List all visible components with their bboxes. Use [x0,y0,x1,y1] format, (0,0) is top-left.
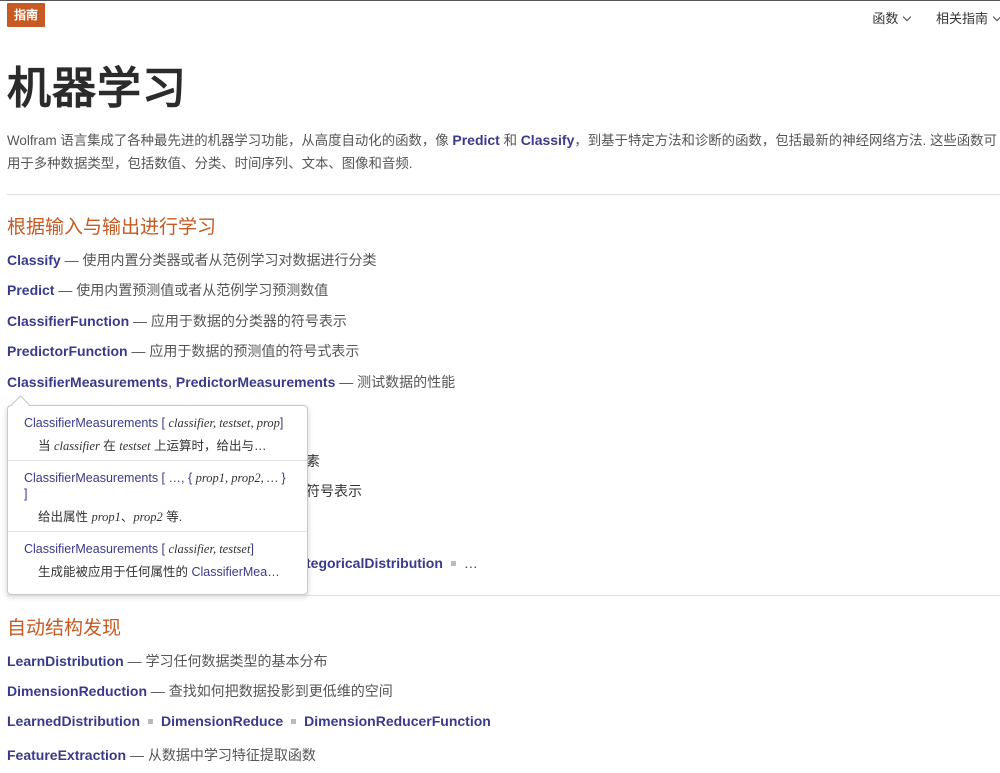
top-nav: 函数 相关指南 [850,8,1000,27]
item-desc: — 应用于数据的分类器的符号表示 [129,313,347,329]
signature-popup: ClassifierMeasurements [ classifier, tes… [7,405,308,595]
chevron-down-icon [992,12,1000,22]
popup-desc-text: 、 [120,510,134,524]
section-title-structure: 自动结构发现 [7,618,122,639]
popup-desc-text: 等. [162,510,183,524]
popup-item[interactable]: ClassifierMeasurements [ classifier, tes… [8,406,307,461]
item-desc: — 学习任何数据类型的基本分布 [123,653,328,669]
popup-desc-text: 上运算时，给出与… [150,439,267,453]
popup-args: prop1, prop2, … [195,471,279,485]
obscured-row-text: 素 [306,453,320,469]
list-item: LearnDistribution — 学习任何数据类型的基本分布 [7,651,327,671]
nav-related-guides-label: 相关指南 [935,11,988,26]
item-desc: — 从数据中学习特征提取函数 [126,747,316,763]
section-title-learning: 根据输入与输出进行学习 [7,217,217,238]
nav-functions-menu[interactable]: 函数 [872,8,912,27]
link-classifier-function[interactable]: ClassifierFunction [7,313,129,329]
intro-text: 和 [499,133,521,148]
list-item: PredictorFunction — 应用于数据的预测值的符号式表示 [7,341,359,361]
popup-signature: ClassifierMeasurements [ classifier, tes… [24,415,291,431]
separator-square-icon [148,719,154,724]
popup-args: classifier, testset [168,542,251,556]
divider [7,194,1000,195]
popup-desc-arg: prop2 [133,510,163,524]
popup-desc-link: ClassifierMea… [191,565,280,579]
link-categorical-distribution[interactable]: tegoricalDistribution [306,555,443,571]
link-predict[interactable]: Predict [7,282,54,298]
list-item: ClassifierFunction — 应用于数据的分类器的符号表示 [7,311,347,331]
popup-func-name: ClassifierMeasurements [24,542,159,556]
popup-bracket: [ [158,542,169,556]
list-item: Classify — 使用内置分类器或者从范例学习对数据进行分类 [7,250,376,270]
popup-bracket: [ …, { [158,471,196,485]
divider [7,595,1000,596]
link-dimension-reduce[interactable]: DimensionReduce [161,713,283,729]
popup-signature: ClassifierMeasurements [ classifier, tes… [24,541,291,557]
item-desc: — 应用于数据的预测值的符号式表示 [127,343,360,359]
top-border [0,0,1000,1]
popup-item[interactable]: ClassifierMeasurements [ classifier, tes… [8,532,307,586]
popup-desc-arg: classifier [53,439,100,453]
popup-desc-text: 生成能被应用于任何属性的 [38,565,192,579]
popup-description: 当 classifier 在 testset 上运算时，给出与… [24,435,288,454]
link-learn-distribution[interactable]: LearnDistribution [7,653,124,669]
link-predictor-function[interactable]: PredictorFunction [7,343,128,359]
guide-badge: 指南 [7,3,46,27]
popup-desc-arg: testset [119,439,151,453]
link-feature-extraction[interactable]: FeatureExtraction [7,747,126,763]
item-desc: — 使用内置分类器或者从范例学习对数据进行分类 [60,252,377,268]
separator-square-icon [291,719,297,724]
more-ellipsis[interactable]: … [464,555,478,571]
intro-link-classify[interactable]: Classify [521,132,575,148]
related-links-row: LearnedDistribution DimensionReduce Dimens… [7,713,491,729]
popup-item[interactable]: ClassifierMeasurements [ …, { prop1, pro… [8,461,307,532]
link-classify[interactable]: Classify [7,252,61,268]
list-item: Predict — 使用内置预测值或者从范例学习预测数值 [7,280,328,300]
popup-bracket: ] [279,416,284,430]
popup-description: 生成能被应用于任何属性的 ClassifierMea… [24,561,288,580]
link-learned-distribution[interactable]: LearnedDistribution [7,713,140,729]
popup-description: 给出属性 prop1、prop2 等. [24,506,288,525]
page-title: 机器学习 [7,64,187,113]
popup-signature: ClassifierMeasurements [ …, { prop1, pro… [24,470,291,502]
list-item: FeatureExtraction — 从数据中学习特征提取函数 [7,745,316,765]
popup-func-name: ClassifierMeasurements [24,416,159,430]
nav-functions-label: 函数 [872,11,899,26]
intro-text: Wolfram 语言集成了各种最先进的机器学习功能，从高度自动化的函数，像 [7,133,453,148]
item-desc: — 查找如何把数据投影到更低维的空间 [147,683,393,699]
intro-link-predict[interactable]: Predict [452,132,499,148]
popup-bracket: ] [250,542,254,556]
intro-paragraph: Wolfram 语言集成了各种最先进的机器学习功能，从高度自动化的函数，像 Pr… [7,129,997,175]
popup-desc-text: 在 [99,439,120,453]
item-desc: — 使用内置预测值或者从范例学习预测数值 [54,282,329,298]
list-item: ClassifierMeasurements, PredictorMeasure… [7,372,455,392]
nav-related-guides-menu[interactable]: 相关指南 [936,8,1000,27]
popup-bracket: [ [158,416,169,430]
popup-desc-text: 当 [38,439,54,453]
link-classifier-measurements[interactable]: ClassifierMeasurements [7,374,168,390]
popup-desc-text: 给出属性 [38,510,92,524]
item-desc: — 测试数据的性能 [335,374,456,390]
link-predictor-measurements[interactable]: PredictorMeasurements [176,374,336,390]
separator-square-icon [450,561,456,566]
link-dimension-reduction[interactable]: DimensionReduction [7,683,147,699]
popup-desc-arg: prop1 [91,510,121,524]
link-separator: , [168,374,176,390]
chevron-down-icon [903,12,912,22]
popup-func-name: ClassifierMeasurements [24,471,159,485]
obscured-row: tegoricalDistribution … [306,555,478,571]
link-dimension-reducer-function[interactable]: DimensionReducerFunction [304,713,491,729]
list-item: DimensionReduction — 查找如何把数据投影到更低维的空间 [7,681,393,701]
popup-args: classifier, testset, prop [168,416,280,430]
obscured-row-text: 符号表示 [306,483,362,499]
